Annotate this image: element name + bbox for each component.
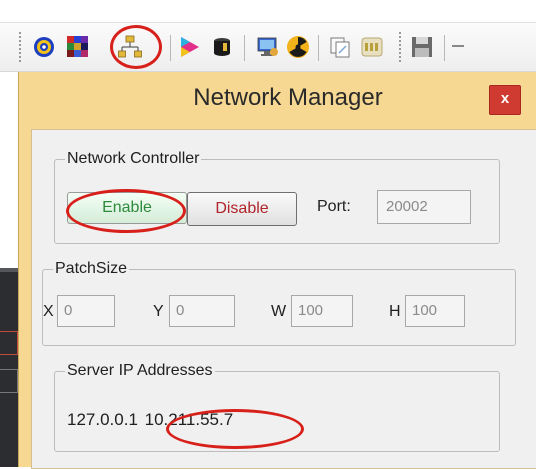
toolbar-overflow-icon[interactable] [452, 45, 464, 47]
color-grid-icon[interactable] [66, 35, 90, 59]
toolbar-separator [244, 35, 245, 61]
h-input[interactable]: 100 [405, 295, 465, 327]
x-input[interactable]: 0 [57, 295, 115, 327]
radiation-icon[interactable] [286, 35, 310, 59]
save-icon[interactable] [410, 35, 434, 59]
toolbar-grip[interactable] [18, 31, 22, 63]
play-triangle-icon[interactable] [178, 35, 202, 59]
copy-icon[interactable] [328, 35, 352, 59]
title-bar[interactable]: Network Manager x [19, 72, 536, 124]
group-legend: Server IP Addresses [67, 362, 213, 379]
highlight-ellipse [110, 25, 162, 69]
y-input[interactable]: 0 [169, 295, 235, 327]
monitor-sync-icon[interactable] [256, 35, 280, 59]
target-icon[interactable] [32, 35, 56, 59]
port-input[interactable]: 20002 [377, 190, 471, 224]
window-client-area: Network Controller Enable Disable Port: … [31, 129, 536, 469]
w-input[interactable]: 100 [291, 295, 353, 327]
toolbar-separator [170, 35, 171, 61]
patch-size-group: PatchSize X 0 Y 0 W 100 H 100 [42, 260, 516, 346]
settings-badge-icon[interactable] [360, 35, 384, 59]
highlight-ellipse [66, 189, 186, 233]
disable-button[interactable]: Disable [187, 192, 297, 226]
network-manager-window: Network Manager x Network Controller Ena… [18, 72, 536, 469]
group-legend: PatchSize [55, 260, 128, 277]
highlight-ellipse [166, 409, 304, 449]
x-label: X [43, 303, 54, 320]
toolbar-separator [444, 35, 445, 61]
drum-icon[interactable] [210, 35, 234, 59]
port-label: Port: [317, 198, 351, 215]
w-label: W [271, 303, 287, 320]
y-label: Y [153, 303, 164, 320]
close-button[interactable]: x [489, 85, 521, 115]
group-legend: Network Controller [67, 150, 200, 167]
h-label: H [389, 303, 401, 320]
ip-address: 127.0.0.1 [67, 410, 138, 429]
toolbar-separator [318, 35, 319, 61]
window-title: Network Manager [193, 84, 383, 111]
toolbar [0, 22, 536, 72]
toolbar-grip[interactable] [398, 31, 402, 63]
